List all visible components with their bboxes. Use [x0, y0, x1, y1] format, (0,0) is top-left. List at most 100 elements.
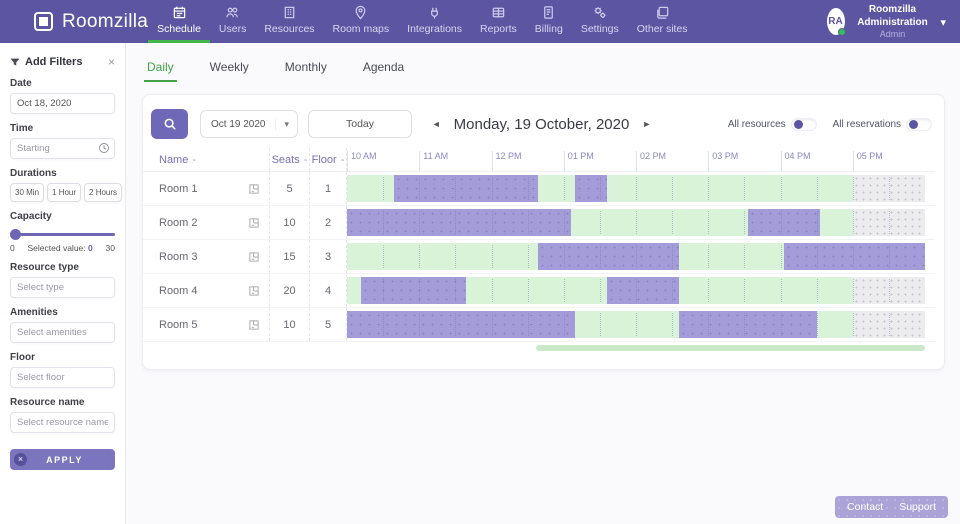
room-map-icon[interactable] [248, 285, 260, 297]
toggle-all-resources[interactable]: All resources [727, 117, 817, 131]
room-timeline[interactable] [346, 240, 925, 273]
reservation-block[interactable] [393, 175, 539, 202]
room-name[interactable]: Room 1 [159, 183, 248, 195]
nav-item-settings[interactable]: Settings [572, 0, 628, 43]
hour-label: 03 PM [708, 151, 738, 171]
chevron-down-icon[interactable] [940, 13, 946, 31]
room-timeline[interactable] [346, 308, 925, 341]
floor-filter-label: Floor [10, 352, 35, 363]
timeline-gridline [563, 313, 565, 336]
column-header-name[interactable]: Name - [143, 154, 269, 166]
nav-item-schedule[interactable]: Schedule [148, 0, 210, 43]
reservation-block[interactable] [574, 175, 608, 202]
brand[interactable]: Roomzilla [34, 0, 148, 43]
timeline-gridline [852, 211, 854, 234]
nav-item-resources[interactable]: Resources [255, 0, 323, 43]
clear-filters-icon[interactable] [14, 453, 27, 466]
floor-select[interactable] [10, 367, 115, 388]
nav-item-billing[interactable]: Billing [526, 0, 572, 43]
room-name[interactable]: Room 5 [159, 319, 248, 331]
room-name-cell[interactable]: Room 1 [143, 172, 269, 205]
free-slot[interactable] [347, 277, 362, 304]
room-name-cell[interactable]: Room 5 [143, 308, 269, 341]
timeline-gridline [563, 245, 565, 268]
date-picker-dropdown[interactable]: Oct 19 2020 [200, 110, 299, 138]
tab-weekly[interactable]: Weekly [207, 60, 252, 82]
tab-agenda[interactable]: Agenda [360, 60, 407, 82]
room-timeline[interactable] [346, 172, 925, 205]
resource-name-select[interactable] [10, 412, 115, 433]
toggle-all-reservations[interactable]: All reservations [833, 117, 932, 131]
room-map-icon[interactable] [248, 217, 260, 229]
reservation-block[interactable] [679, 311, 817, 338]
free-slot[interactable] [347, 243, 539, 270]
room-map-icon[interactable] [248, 319, 260, 331]
timeline-gridline [383, 279, 385, 302]
free-slot[interactable] [347, 175, 394, 202]
next-day-button[interactable] [642, 119, 651, 129]
room-name-cell[interactable]: Room 4 [143, 274, 269, 307]
room-map-icon[interactable] [248, 251, 260, 263]
room-name[interactable]: Room 2 [159, 217, 248, 229]
apply-button[interactable]: APPLY [10, 449, 115, 470]
reservation-block[interactable] [607, 277, 680, 304]
scrollbar-thumb[interactable] [536, 345, 925, 351]
free-slot[interactable] [820, 209, 853, 236]
capacity-selected-value: 0 [88, 243, 93, 253]
column-header-seats[interactable]: Seats - [269, 148, 309, 171]
close-filters-icon[interactable] [108, 55, 115, 69]
today-button[interactable]: Today [308, 110, 413, 138]
duration-2-hours[interactable]: 2 Hours [84, 183, 123, 202]
clock-icon[interactable] [98, 142, 110, 154]
free-slot[interactable] [679, 243, 785, 270]
nav-item-other-sites[interactable]: Other sites [628, 0, 697, 43]
search-button[interactable] [151, 109, 188, 139]
room-name-cell[interactable]: Room 2 [143, 206, 269, 239]
previous-day-button[interactable] [432, 119, 441, 129]
toggle-label: All resources [727, 118, 786, 130]
timeline-gridline [527, 279, 529, 302]
reservation-block[interactable] [538, 243, 680, 270]
capacity-slider[interactable] [10, 229, 115, 240]
reservation-block[interactable] [784, 243, 925, 270]
reservation-block[interactable] [747, 209, 821, 236]
free-slot[interactable] [570, 209, 748, 236]
duration-30-min[interactable]: 30 Min [10, 183, 45, 202]
room-name[interactable]: Room 4 [159, 285, 248, 297]
amenities-select[interactable] [10, 322, 115, 343]
room-name-cell[interactable]: Room 3 [143, 240, 269, 273]
tab-daily[interactable]: Daily [144, 60, 177, 82]
free-slot[interactable] [679, 277, 853, 304]
room-seats: 5 [269, 172, 309, 205]
toggle-pill[interactable] [790, 117, 817, 131]
slider-knob[interactable] [10, 229, 21, 240]
horizontal-scrollbar[interactable] [447, 345, 925, 351]
support-button[interactable]: Support [899, 501, 936, 513]
free-slot[interactable] [466, 277, 608, 304]
resource-type-select[interactable] [10, 277, 115, 298]
room-timeline[interactable] [346, 274, 925, 307]
free-slot[interactable] [538, 175, 575, 202]
nav-item-integrations[interactable]: Integrations [398, 0, 471, 43]
timeline-gridline [527, 313, 529, 336]
timeline-gridline [491, 245, 493, 268]
nav-item-reports[interactable]: Reports [471, 0, 526, 43]
nav-item-users[interactable]: Users [210, 0, 255, 43]
reservation-block[interactable] [347, 311, 575, 338]
toggle-pill[interactable] [906, 117, 932, 131]
free-slot[interactable] [816, 311, 853, 338]
contact-button[interactable]: Contact [847, 501, 883, 513]
room-map-icon[interactable] [248, 183, 260, 195]
tab-monthly[interactable]: Monthly [282, 60, 330, 82]
date-filter-input[interactable] [10, 93, 115, 114]
user-menu[interactable]: RA Roomzilla Administration Admin [826, 0, 946, 43]
duration-1-hour[interactable]: 1 Hour [47, 183, 82, 202]
free-slot[interactable] [574, 311, 680, 338]
room-name[interactable]: Room 3 [159, 251, 248, 263]
nav-item-room-maps[interactable]: Room maps [324, 0, 399, 43]
avatar[interactable]: RA [826, 8, 846, 36]
reservation-block[interactable] [347, 209, 571, 236]
reservation-block[interactable] [361, 277, 467, 304]
room-timeline[interactable] [346, 206, 925, 239]
column-header-floor[interactable]: Floor - [309, 148, 346, 171]
